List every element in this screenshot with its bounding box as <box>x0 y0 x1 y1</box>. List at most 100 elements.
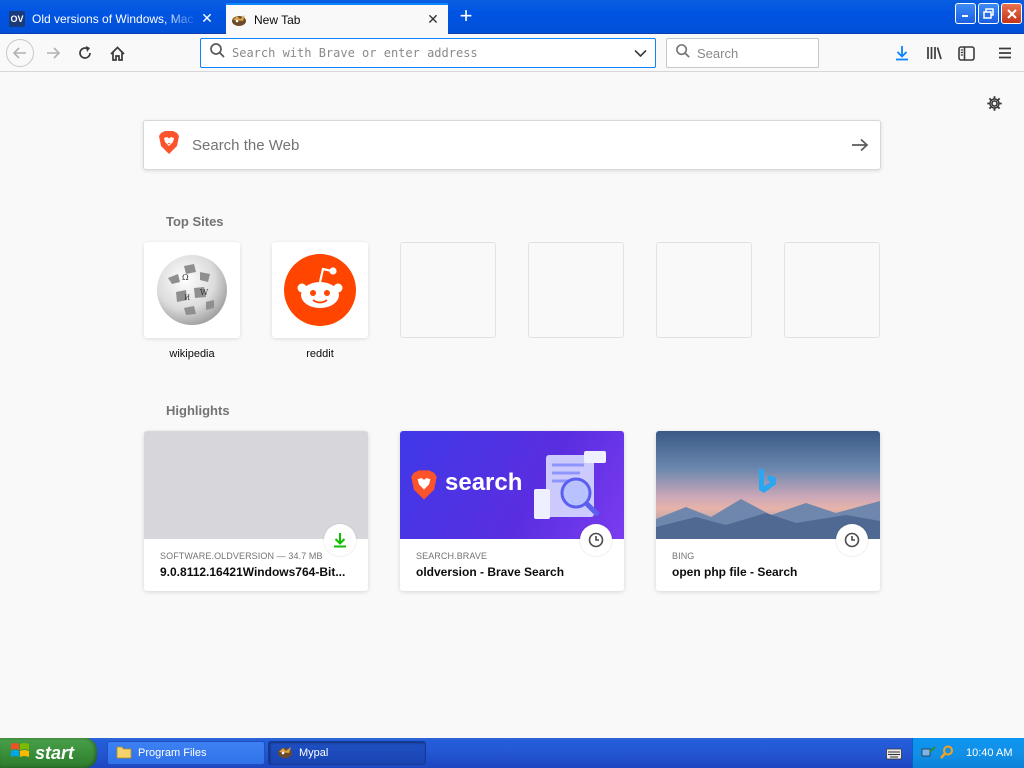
oldversion-favicon-icon: OV <box>9 10 25 27</box>
sidebar-icon <box>957 45 975 61</box>
svg-text:И: И <box>184 294 190 302</box>
library-button[interactable] <box>920 39 948 67</box>
wikipedia-globe-icon: Ω W И <box>157 255 227 325</box>
card-source: BING <box>672 551 695 561</box>
taskbar-item-program-files[interactable]: Program Files <box>107 741 265 765</box>
bing-logo-icon <box>759 468 776 493</box>
card-badge <box>324 524 356 556</box>
site-tile[interactable] <box>272 242 368 338</box>
download-icon <box>896 46 908 61</box>
card-thumbnail <box>144 431 368 539</box>
search-icon <box>675 43 691 64</box>
system-tray: 10:40 AM <box>912 738 1024 768</box>
card-badge <box>836 524 868 556</box>
taskbar: start Program Files Mypal 10:40 AM <box>0 738 1024 768</box>
card-badge <box>580 524 612 556</box>
svg-text:W: W <box>200 288 209 297</box>
top-site-empty[interactable] <box>784 242 880 338</box>
empty-site-tile[interactable] <box>784 242 880 338</box>
new-tab-button[interactable]: + <box>454 5 478 28</box>
keyboard-icon[interactable] <box>886 747 902 765</box>
mypal-icon <box>277 744 293 763</box>
tab-new-tab[interactable]: New Tab ✕ <box>226 3 448 34</box>
forward-button[interactable] <box>39 39 67 67</box>
reddit-icon <box>284 254 356 326</box>
taskbar-item-mypal[interactable]: Mypal <box>268 741 426 765</box>
navigation-toolbar <box>0 34 1024 72</box>
task-label: Program Files <box>138 747 207 759</box>
customize-settings-button[interactable] <box>984 93 1004 113</box>
close-tab-icon[interactable]: ✕ <box>424 11 442 29</box>
empty-site-tile[interactable] <box>656 242 752 338</box>
start-button[interactable]: start <box>0 738 97 768</box>
gear-icon <box>986 95 1002 111</box>
close-tab-icon[interactable]: ✕ <box>198 10 216 28</box>
clock-icon <box>844 532 860 548</box>
clock-icon <box>588 532 604 548</box>
top-site-empty[interactable] <box>656 242 752 338</box>
arrow-right-icon[interactable] <box>840 138 880 152</box>
search-bar[interactable] <box>666 38 819 68</box>
highlight-card-brave-search[interactable]: search SEARCH.BRAVE oldversion - Brave S… <box>400 431 624 591</box>
svg-text:Ω: Ω <box>182 273 189 282</box>
sidebar-button[interactable] <box>952 39 980 67</box>
new-tab-page: Top Sites Ω W И wikipedia <box>0 73 1024 738</box>
highlight-card-download[interactable]: SOFTWARE.OLDVERSION — 34.7 MB 9.0.8112.1… <box>144 431 368 591</box>
arrow-right-icon <box>47 47 61 59</box>
card-title: oldversion - Brave Search <box>416 565 565 579</box>
top-site-empty[interactable] <box>400 242 496 338</box>
top-sites-heading: Top Sites <box>166 214 224 229</box>
task-label: Mypal <box>299 747 329 759</box>
tab-title: Old versions of Windows, Mac and Linux s… <box>32 11 198 26</box>
web-search-input[interactable] <box>192 136 840 154</box>
mypal-favicon-icon <box>231 12 247 28</box>
top-site-reddit[interactable]: reddit <box>272 242 368 360</box>
minimize-button[interactable] <box>955 3 976 24</box>
folder-icon <box>116 745 132 762</box>
thumbnail-search-text: search <box>445 469 523 496</box>
start-label: start <box>35 742 75 763</box>
clock: 10:40 AM <box>966 747 1013 759</box>
home-icon <box>109 45 125 61</box>
top-site-empty[interactable] <box>528 242 624 338</box>
address-input[interactable] <box>232 46 629 60</box>
highlights-heading: Highlights <box>166 403 230 418</box>
network-icon[interactable] <box>921 744 937 763</box>
card-thumbnail <box>656 431 880 539</box>
close-window-button[interactable] <box>1001 3 1022 24</box>
home-button[interactable] <box>103 39 131 67</box>
download-icon <box>334 533 346 548</box>
downloads-button[interactable] <box>888 39 916 67</box>
reload-button[interactable] <box>71 39 99 67</box>
reload-icon <box>79 46 91 59</box>
site-label: wikipedia <box>169 348 215 360</box>
site-tile[interactable]: Ω W И <box>144 242 240 338</box>
empty-site-tile[interactable] <box>400 242 496 338</box>
chevron-down-icon[interactable] <box>629 49 651 58</box>
windows-flag-icon <box>10 741 30 766</box>
web-search-box[interactable] <box>143 120 881 170</box>
menu-button[interactable] <box>991 39 1019 67</box>
brave-lion-icon <box>411 470 437 500</box>
search-input[interactable] <box>697 45 818 61</box>
card-title: 9.0.8112.16421Windows764-Bit... <box>160 565 346 579</box>
hamburger-menu-icon <box>999 47 1011 59</box>
empty-site-tile[interactable] <box>528 242 624 338</box>
search-icon[interactable] <box>940 745 954 762</box>
card-source: SOFTWARE.OLDVERSION — 34.7 MB <box>160 551 323 561</box>
restore-button[interactable] <box>978 3 999 24</box>
search-icon <box>209 42 226 64</box>
site-label: reddit <box>306 348 334 360</box>
address-bar[interactable] <box>200 38 656 68</box>
magnifier-illustration-icon <box>534 451 606 519</box>
tab-oldversion[interactable]: OV Old versions of Windows, Mac and Linu… <box>4 3 222 34</box>
highlight-card-bing[interactable]: BING open php file - Search <box>656 431 880 591</box>
arrow-left-icon <box>12 47 26 59</box>
back-button[interactable] <box>6 39 34 67</box>
card-source: SEARCH.BRAVE <box>416 551 488 561</box>
library-icon <box>926 47 942 60</box>
tab-title: New Tab <box>254 12 301 27</box>
card-title: open php file - Search <box>672 565 798 579</box>
tab-strip: OV Old versions of Windows, Mac and Linu… <box>0 0 1024 34</box>
top-site-wikipedia[interactable]: Ω W И wikipedia <box>144 242 240 360</box>
